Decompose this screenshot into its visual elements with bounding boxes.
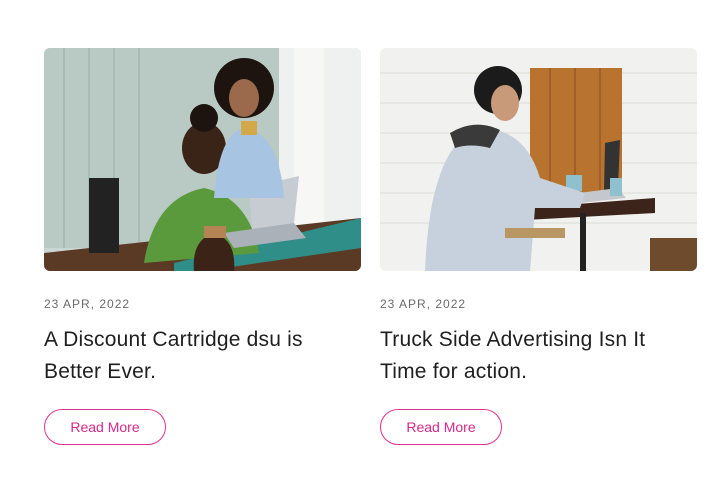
photo-women-laptop: [44, 48, 361, 271]
post-title[interactable]: Truck Side Advertising Isn It Time for a…: [380, 324, 680, 388]
photo-person-laptop: [380, 48, 697, 271]
blog-card: 23 APR, 2022 A Discount Cartridge dsu is…: [44, 48, 361, 445]
post-date: 23 APR, 2022: [380, 297, 467, 311]
blog-card-image[interactable]: [380, 48, 697, 271]
read-more-button[interactable]: Read More: [44, 409, 166, 445]
read-more-button[interactable]: Read More: [380, 409, 502, 445]
post-title[interactable]: A Discount Cartridge dsu is Better Ever.: [44, 324, 344, 388]
blog-card: 23 APR, 2022 Truck Side Advertising Isn …: [380, 48, 697, 445]
blog-posts-section: 23 APR, 2022 A Discount Cartridge dsu is…: [0, 0, 718, 478]
post-date: 23 APR, 2022: [44, 297, 131, 311]
blog-card-image[interactable]: [44, 48, 361, 271]
